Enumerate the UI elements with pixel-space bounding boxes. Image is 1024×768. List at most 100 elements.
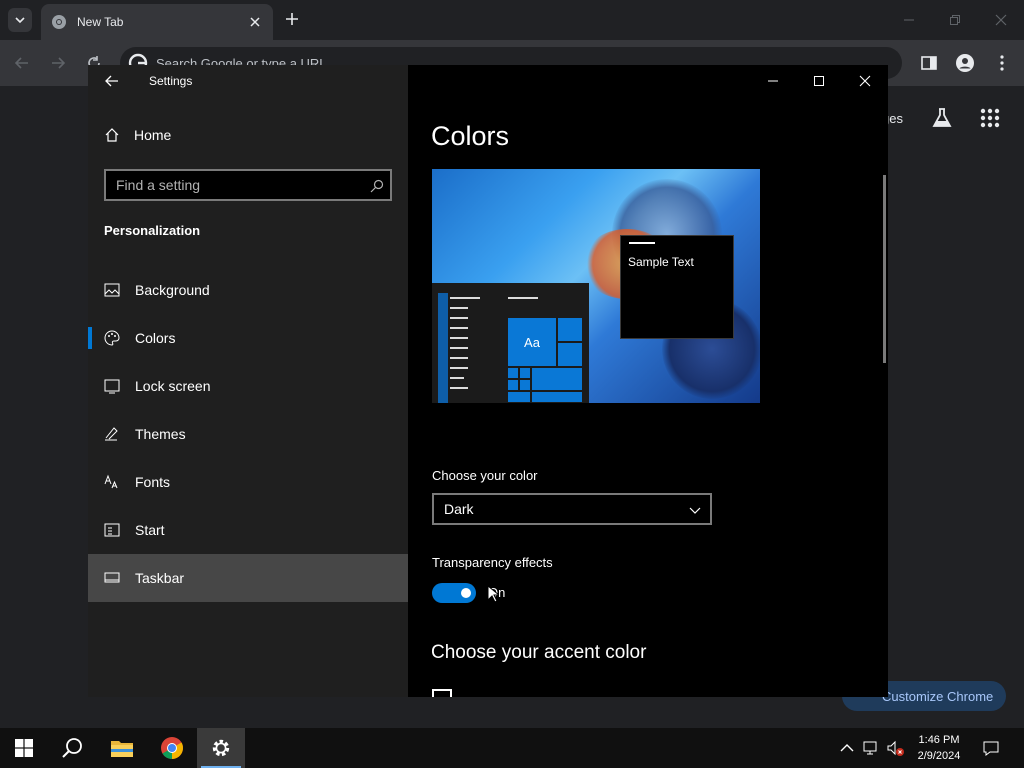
preview-list-line — [450, 337, 468, 339]
back-arrow-icon[interactable] — [104, 73, 120, 89]
nav-section-title: Personalization — [104, 223, 201, 238]
nav-home[interactable]: Home — [104, 127, 171, 143]
sidebar-item-colors[interactable]: Colors — [88, 314, 408, 362]
toggle-knob — [461, 588, 471, 598]
preview-list-line — [450, 317, 468, 319]
preview-tile — [507, 367, 519, 379]
image-icon — [104, 283, 120, 297]
preview-list-line — [450, 347, 468, 349]
close-icon — [859, 75, 871, 87]
tab-new-tab[interactable]: New Tab — [41, 4, 273, 40]
sidebar-item-label: Themes — [135, 426, 186, 442]
chrome-restore-button[interactable] — [932, 0, 978, 40]
labs-flask-icon[interactable] — [930, 106, 954, 130]
preview-start-menu: Aa — [432, 283, 589, 403]
themes-icon — [105, 427, 118, 441]
preview-sample-text: Sample Text — [628, 255, 694, 269]
home-icon — [105, 128, 119, 142]
chrome-minimize-button[interactable] — [886, 0, 932, 40]
taskbar-icon — [104, 572, 120, 583]
search-icon — [62, 738, 82, 758]
start-button[interactable] — [0, 728, 48, 768]
taskbar-settings[interactable] — [197, 728, 245, 768]
clock-date: 2/9/2024 — [917, 750, 961, 762]
taskbar-chrome[interactable] — [148, 728, 196, 768]
preview-tiles-header — [508, 297, 538, 299]
tab-strip: New Tab — [0, 0, 1024, 40]
preview-list-line — [450, 367, 468, 369]
profile-icon[interactable] — [955, 53, 975, 73]
preview-window-bar — [629, 242, 655, 244]
sidebar-item-start[interactable]: Start — [88, 506, 408, 554]
preview-tile — [531, 391, 583, 403]
choose-color-dropdown[interactable]: Dark — [432, 493, 712, 525]
sidebar-item-lock-screen[interactable]: Lock screen — [88, 362, 408, 410]
preview-list-line — [450, 357, 468, 359]
close-icon — [995, 14, 1007, 26]
taskbar-file-explorer[interactable] — [98, 728, 146, 768]
folder-icon — [111, 741, 133, 757]
palette-icon — [104, 330, 120, 346]
preview-sample-window: Sample Text — [620, 235, 734, 339]
side-panel-icon[interactable] — [919, 53, 939, 73]
close-tab-icon[interactable] — [247, 14, 263, 30]
find-setting-input[interactable]: Find a setting — [104, 169, 392, 201]
settings-close-button[interactable] — [842, 65, 888, 97]
preview-tile — [507, 391, 531, 403]
taskbar-clock[interactable]: 1:46 PM 2/9/2024 — [908, 732, 970, 764]
tab-title: New Tab — [77, 15, 124, 29]
sidebar-item-background[interactable]: Background — [88, 266, 408, 314]
preview-tile — [519, 379, 531, 391]
restore-icon — [950, 15, 960, 25]
tab-search-button[interactable] — [8, 8, 32, 32]
accent-color-title: Choose your accent color — [431, 642, 647, 663]
chevron-up-icon[interactable] — [838, 739, 856, 757]
settings-nav-pane: Settings Home Find a setting Personaliza… — [88, 65, 408, 697]
chevron-down-icon — [15, 17, 25, 24]
sidebar-item-themes[interactable]: Themes — [88, 410, 408, 458]
sidebar-item-taskbar[interactable]: Taskbar — [88, 554, 408, 602]
choose-color-label: Choose your color — [432, 468, 538, 483]
forward-arrow-icon[interactable] — [48, 53, 68, 73]
network-icon[interactable] — [862, 739, 880, 757]
mouse-cursor-icon — [487, 585, 499, 603]
search-icon — [370, 179, 384, 193]
maximize-icon — [814, 76, 824, 86]
sidebar-item-label: Lock screen — [135, 378, 211, 394]
preview-list-line — [450, 377, 464, 379]
auto-accent-checkbox[interactable] — [432, 689, 452, 697]
kebab-menu-icon[interactable] — [992, 53, 1012, 73]
notifications-icon[interactable] — [982, 739, 1000, 757]
chrome-icon — [161, 737, 183, 759]
preview-tile — [531, 367, 583, 391]
chrome-close-button[interactable] — [978, 0, 1024, 40]
sidebar-item-label: Colors — [135, 330, 176, 346]
sidebar-item-label: Taskbar — [135, 570, 185, 586]
back-arrow-icon[interactable] — [12, 53, 32, 73]
page-title: Colors — [431, 121, 510, 151]
windows-logo-icon — [15, 739, 33, 757]
settings-maximize-button[interactable] — [796, 65, 842, 97]
volume-muted-icon[interactable] — [886, 739, 904, 757]
new-tab-icon[interactable] — [283, 10, 301, 28]
sidebar-item-label: Start — [135, 522, 165, 538]
preview-start-strip — [438, 293, 448, 403]
settings-content-pane: Colors Aa Sample Text Choose your color … — [408, 65, 888, 697]
preview-list-line — [450, 327, 468, 329]
sidebar-item-fonts[interactable]: Fonts — [88, 458, 408, 506]
clock-time: 1:46 PM — [918, 734, 960, 746]
transparency-label: Transparency effects — [432, 555, 553, 570]
sidebar-item-label: Fonts — [135, 474, 171, 490]
transparency-toggle[interactable] — [432, 583, 476, 603]
google-apps-icon[interactable] — [979, 107, 1001, 129]
preview-tile — [507, 379, 519, 391]
preview-list-line — [450, 307, 468, 309]
customize-chrome-label: Customize Chrome — [882, 688, 994, 704]
preview-tiles: Aa — [507, 317, 583, 403]
taskbar-search-button[interactable] — [48, 728, 96, 768]
windows-taskbar: 1:46 PM 2/9/2024 — [0, 728, 1024, 768]
content-scrollbar[interactable] — [883, 175, 886, 363]
settings-minimize-button[interactable] — [750, 65, 796, 97]
color-preview: Aa Sample Text — [432, 169, 760, 403]
preview-list-line — [450, 387, 468, 389]
